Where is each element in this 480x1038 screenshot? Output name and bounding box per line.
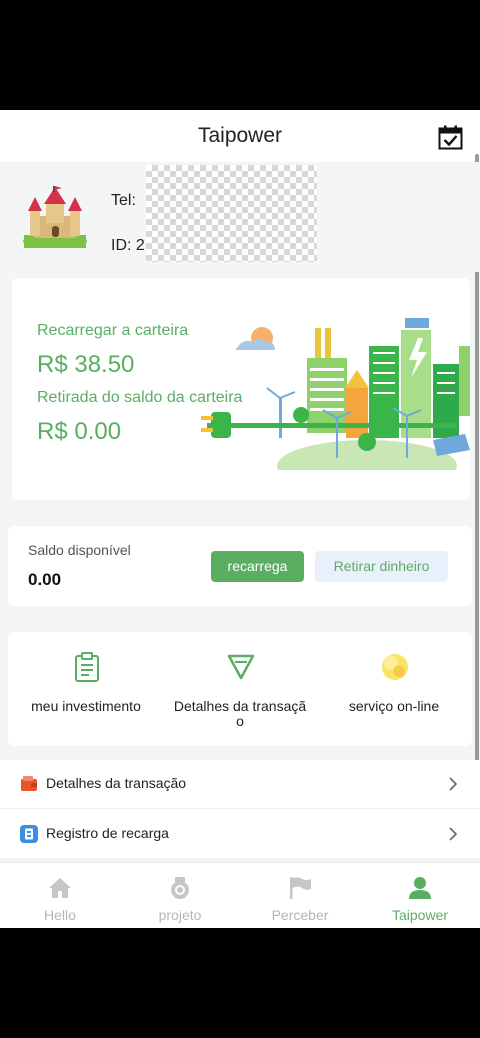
- green-city-illustration: [201, 318, 470, 470]
- clipboard-icon: [75, 652, 99, 682]
- menu-item-label: Detalhes da transação: [46, 775, 187, 791]
- my-investment-shortcut[interactable]: meu investimento: [11, 632, 161, 746]
- tab-taipower[interactable]: Taipower: [360, 863, 480, 928]
- tab-hello-label: Hello: [44, 907, 76, 923]
- calendar-check-icon[interactable]: [438, 125, 463, 150]
- page-title: Taipower: [197, 124, 283, 147]
- transaction-details-label: Detalhes da transaçã o: [173, 698, 307, 729]
- menu-item-transaction-details[interactable]: Detalhes da transação: [0, 760, 480, 809]
- wallet-card: Recarregar a carteira R$ 38.50 Retirada …: [12, 278, 470, 500]
- redacted-area: [146, 165, 317, 262]
- recharge-wallet-value: R$ 38.50: [37, 351, 135, 378]
- tab-hello[interactable]: Hello: [0, 863, 120, 928]
- header: Taipower: [0, 110, 480, 162]
- available-balance-label: Saldo disponível: [28, 542, 131, 558]
- profile-section: Tel: ID: 2: [0, 162, 480, 272]
- triangle-icon: [227, 654, 255, 680]
- tab-perceber-label: Perceber: [271, 907, 329, 923]
- online-service-shortcut[interactable]: serviço on-line: [319, 632, 469, 746]
- menu-list: Detalhes da transação Registro de recarg…: [0, 760, 480, 858]
- bottom-tab-bar: Hello projeto Perceber Taipower: [0, 862, 480, 928]
- recharge-button[interactable]: recarrega: [211, 551, 304, 582]
- recharge-wallet-label: Recarregar a carteira: [37, 322, 189, 339]
- chevron-right-icon: [449, 827, 458, 841]
- app-screen: Taipower Tel: ID: 2 Recarregar a carteir…: [0, 110, 480, 928]
- user-icon: [409, 877, 431, 899]
- menu-item-label: Registro de recarga: [46, 825, 169, 841]
- service-icon: [382, 654, 408, 680]
- divider: [0, 808, 480, 809]
- tab-projeto[interactable]: projeto: [120, 863, 240, 928]
- id-label: ID: 2: [111, 237, 145, 254]
- shortcuts-card: meu investimento Detalhes da transaçã o …: [8, 632, 472, 746]
- menu-item-recharge-record[interactable]: Registro de recarga: [0, 810, 480, 858]
- chevron-right-icon: [449, 777, 458, 791]
- wallet-icon: [21, 776, 37, 791]
- balance-card: Saldo disponível 0.00 recarrega Retirar …: [8, 526, 472, 606]
- available-balance-value: 0.00: [28, 570, 62, 589]
- medal-icon: [171, 877, 189, 899]
- tab-projeto-label: projeto: [158, 907, 202, 923]
- tab-perceber[interactable]: Perceber: [240, 863, 360, 928]
- flag-icon: [290, 877, 311, 899]
- withdraw-wallet-value: R$ 0.00: [37, 418, 122, 445]
- online-service-label: serviço on-line: [348, 698, 440, 714]
- my-investment-label: meu investimento: [31, 698, 141, 714]
- phone-label: Tel:: [111, 192, 136, 209]
- transaction-details-shortcut[interactable]: Detalhes da transaçã o: [165, 632, 315, 746]
- tab-taipower-label: Taipower: [391, 907, 449, 923]
- recharge-record-icon: [20, 825, 38, 843]
- home-icon: [49, 878, 71, 898]
- castle-avatar: [23, 186, 87, 248]
- withdraw-button[interactable]: Retirar dinheiro: [315, 551, 448, 582]
